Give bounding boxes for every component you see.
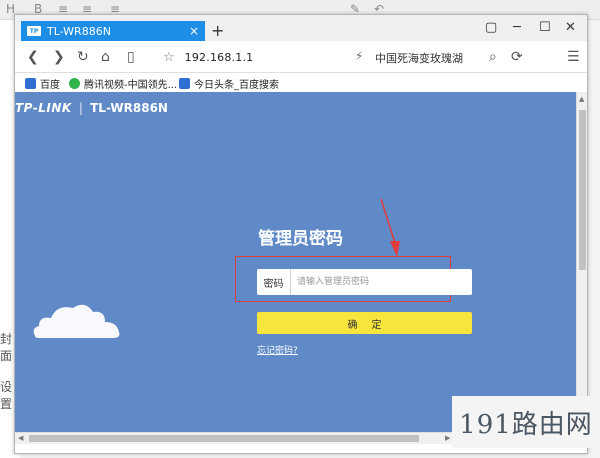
reload-button[interactable]: ↻ — [77, 49, 89, 65]
address-url[interactable]: 192.168.1.1 — [185, 51, 254, 64]
new-tab-button[interactable]: + — [211, 21, 224, 40]
address-bar[interactable]: ☆ 192.168.1.1 — [163, 46, 343, 68]
browser-window: TP TL-WR886N × + ▢ ─ ☐ ✕ ❮ ❯ ↻ ⌂ ▯ ☆ 192… — [14, 14, 588, 454]
bookmarks-bar: 百度 腾讯视频-中国领先... 今日头条_百度搜索 — [15, 73, 587, 93]
forgot-password-link[interactable]: 忘记密码? — [257, 343, 298, 356]
bookmark-label: 百度 — [40, 80, 60, 91]
fast-forward-icon[interactable]: ⚡ — [355, 49, 363, 63]
confirm-button[interactable]: 确定 — [257, 312, 472, 334]
tplink-logo: TP-LINK — [15, 101, 72, 115]
password-input[interactable] — [291, 269, 472, 295]
browser-navbar: ❮ ❯ ↻ ⌂ ▯ ☆ 192.168.1.1 ⚡ 中国死海变玫瑰湖 ⌕ ⟳ ☰ — [15, 41, 587, 73]
bookmark-baidu[interactable]: 百度 — [25, 76, 60, 91]
tplink-favicon-icon: TP — [27, 26, 41, 36]
scroll-left-icon[interactable]: ◀ — [18, 434, 23, 442]
bookmark-tencent-video[interactable]: 腾讯视频-中国领先... — [69, 76, 177, 91]
baidu-paw-icon — [179, 78, 190, 89]
brand-separator: | — [78, 101, 83, 115]
horizontal-scroll-thumb[interactable] — [29, 435, 419, 442]
tplink-brand: TP-LINK | TL-WR886N — [15, 101, 168, 115]
scroll-up-icon[interactable]: ▲ — [579, 95, 584, 103]
forward-button[interactable]: ❯ — [53, 49, 65, 65]
back-button[interactable]: ❮ — [27, 49, 39, 65]
cloud-icon — [33, 304, 120, 338]
password-field: 密码 — [257, 269, 472, 295]
tab-title: TL-WR886N — [47, 24, 111, 38]
site-watermark: 191路由网 — [452, 396, 600, 448]
bookmark-label: 腾讯视频-中国领先... — [84, 80, 178, 91]
login-title: 管理员密码 — [258, 229, 343, 249]
router-login-page: TP-LINK | TL-WR886N 管理员密码 密码 确定 忘记密码? — [15, 92, 576, 432]
red-arrow-annotation-icon — [380, 198, 400, 257]
search-icon[interactable]: ⌕ — [489, 49, 497, 65]
browser-titlebar: TP TL-WR886N × + ▢ ─ ☐ ✕ — [15, 15, 587, 41]
scroll-right-icon[interactable]: ▶ — [445, 434, 450, 442]
bookmark-toutiao[interactable]: 今日头条_百度搜索 — [179, 76, 279, 91]
bookmark-star-icon[interactable]: ☆ — [163, 50, 175, 65]
maximize-button[interactable]: ☐ — [539, 20, 551, 35]
window-pin-icon[interactable]: ▢ — [485, 20, 497, 35]
search-suggestion[interactable]: 中国死海变玫瑰湖 — [375, 50, 463, 66]
baidu-paw-icon — [25, 78, 36, 89]
browser-tab[interactable]: TP TL-WR886N × — [21, 21, 205, 41]
router-model: TL-WR886N — [90, 101, 168, 115]
undo-icon[interactable]: ⟳ — [511, 49, 523, 65]
menu-icon[interactable]: ☰ — [567, 49, 580, 65]
bookmark-label: 今日头条_百度搜索 — [194, 80, 279, 91]
minimize-button[interactable]: ─ — [513, 20, 521, 35]
vertical-scroll-thumb[interactable] — [579, 110, 586, 270]
vertical-scrollbar[interactable]: ▲ — [576, 92, 587, 432]
tab-close-icon[interactable]: × — [189, 24, 199, 38]
reader-mode-button[interactable]: ▯ — [127, 49, 135, 65]
home-button[interactable]: ⌂ — [101, 49, 110, 65]
close-window-button[interactable]: ✕ — [565, 20, 576, 35]
password-label: 密码 — [257, 269, 291, 295]
tencent-video-play-icon — [69, 78, 80, 89]
